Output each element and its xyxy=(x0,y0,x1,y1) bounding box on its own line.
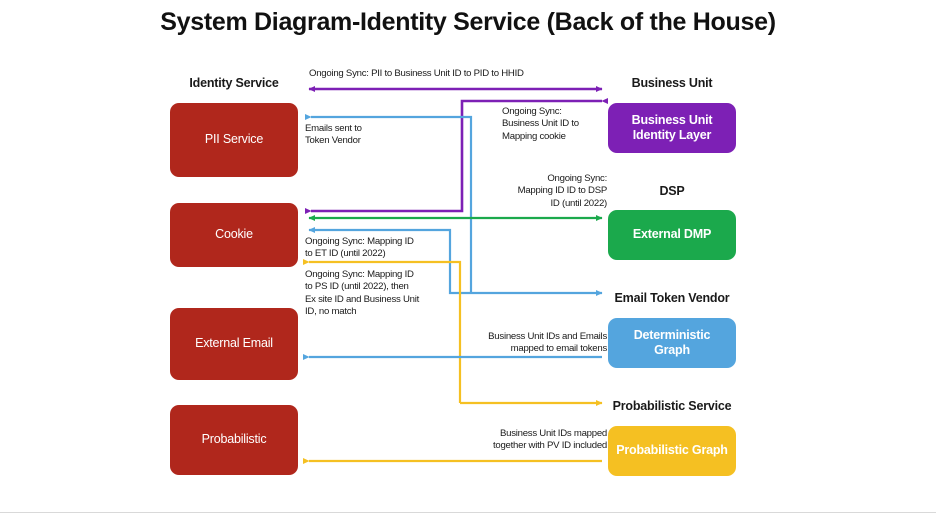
node-business-unit-identity-layer[interactable]: Business Unit Identity Layer xyxy=(608,103,736,153)
label-sync-mapping-dsp: Ongoing Sync: Mapping ID ID to DSP ID (u… xyxy=(517,173,608,209)
node-probabilistic-graph[interactable]: Probabilistic Graph xyxy=(608,426,736,476)
node-external-dmp[interactable]: External DMP xyxy=(608,210,736,260)
diagram-canvas: System Diagram-Identity Service (Back of… xyxy=(0,0,936,528)
node-probabilistic-label: Probabilistic xyxy=(201,432,267,447)
node-external-dmp-label: External DMP xyxy=(632,227,712,242)
label-bu-ids-pv-id: Business Unit IDs mapped together with P… xyxy=(492,428,607,452)
label-sync-mapping-etid: Ongoing Sync: Mapping ID to ET ID (until… xyxy=(305,236,414,260)
node-deterministic-graph-label: Deterministic Graph xyxy=(633,327,711,357)
node-pii-service-label: PII Service xyxy=(204,132,264,147)
node-business-unit-identity-layer-label: Business Unit Identity Layer xyxy=(631,112,713,142)
node-probabilistic-graph-label: Probabilistic Graph xyxy=(616,443,728,458)
label-sync-pii-hhid: Ongoing Sync: PII to Business Unit ID to… xyxy=(309,68,524,79)
label-sync-bu-mapping-cookie: Ongoing Sync: Business Unit ID to Mappin… xyxy=(502,106,579,142)
label-bu-ids-emails-tokens: Business Unit IDs and Emails mapped to e… xyxy=(488,331,607,355)
node-probabilistic[interactable]: Probabilistic xyxy=(170,405,298,475)
node-cookie-label: Cookie xyxy=(215,227,253,242)
node-pii-service[interactable]: PII Service xyxy=(170,103,298,177)
footer-divider xyxy=(0,512,936,513)
label-emails-sent-token-vendor: Emails sent to Token Vendor xyxy=(305,123,362,147)
label-sync-mapping-psid: Ongoing Sync: Mapping ID to PS ID (until… xyxy=(305,269,420,317)
node-external-email[interactable]: External Email xyxy=(170,308,298,380)
node-cookie[interactable]: Cookie xyxy=(170,203,298,267)
node-external-email-label: External Email xyxy=(195,336,273,351)
node-deterministic-graph[interactable]: Deterministic Graph xyxy=(608,318,736,368)
